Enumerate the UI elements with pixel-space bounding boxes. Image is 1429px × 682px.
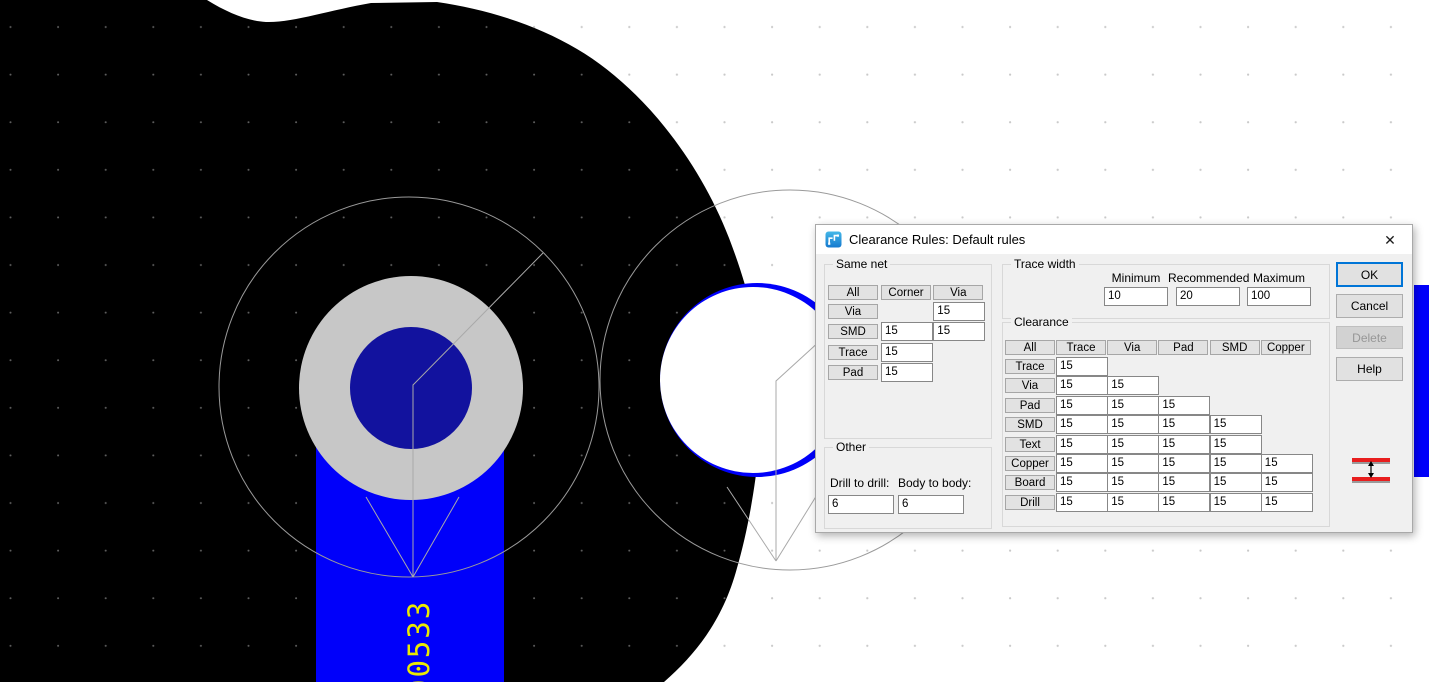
clearance-cell-board-smd[interactable]: 15 [1210,473,1262,492]
clearance-cell-text-pad[interactable]: 15 [1158,435,1210,454]
clearance-cell-copper-copper[interactable]: 15 [1261,454,1313,473]
clearance-row-drill-button[interactable]: Drill [1005,495,1055,510]
clearance-cell-smd-via[interactable]: 15 [1107,415,1159,434]
dialog-title: Clearance Rules: Default rules [849,232,1025,247]
clearance-cell-via-trace[interactable]: 15 [1056,376,1108,395]
clearance-cell-smd-trace[interactable]: 15 [1056,415,1108,434]
clearance-cell-text-via[interactable]: 15 [1107,435,1159,454]
clearance-cell-smd-pad[interactable]: 15 [1158,415,1210,434]
same-net-cell-via-via[interactable]: 15 [933,302,985,321]
clearance-cell-drill-trace[interactable]: 15 [1056,493,1108,512]
clearance-cell-via-via[interactable]: 15 [1107,376,1159,395]
clearance-row-board-button[interactable]: Board [1005,475,1055,490]
body-to-body-field[interactable]: 6 [898,495,964,514]
clearance-cell-copper-via[interactable]: 15 [1107,454,1159,473]
clearance-cell-drill-pad[interactable]: 15 [1158,493,1210,512]
clearance-header-copper-button[interactable]: Copper [1261,340,1311,355]
right-edge-trace[interactable] [1414,285,1429,477]
minimum-trace-width-field[interactable]: 10 [1104,287,1168,306]
drill-to-drill-label: Drill to drill: [830,476,889,490]
clearance-row-trace-button[interactable]: Trace [1005,359,1055,374]
clearance-cell-drill-copper[interactable]: 15 [1261,493,1313,512]
same-net-cell-pad-corner[interactable]: 15 [881,363,933,382]
body-to-body-label: Body to body: [898,476,971,490]
same-net-row-smd-button[interactable]: SMD [828,324,878,339]
clearance-row-text-button[interactable]: Text [1005,437,1055,452]
clearance-cell-text-smd[interactable]: 15 [1210,435,1262,454]
clearance-row-copper-button[interactable]: Copper [1005,456,1055,471]
clearance-row-via-button[interactable]: Via [1005,378,1055,393]
clearance-header-trace-button[interactable]: Trace [1056,340,1106,355]
trace-width-group-label: Trace width [1011,257,1079,271]
pad-ref-text[interactable]: 00533 [402,600,436,682]
same-net-group-label: Same net [833,257,890,271]
clearance-header-via-button[interactable]: Via [1107,340,1157,355]
clearance-cell-drill-smd[interactable]: 15 [1210,493,1262,512]
clearance-cell-text-trace[interactable]: 15 [1056,435,1108,454]
clearance-cell-copper-smd[interactable]: 15 [1210,454,1262,473]
clearance-group-label: Clearance [1011,315,1072,329]
clearance-cell-smd-smd[interactable]: 15 [1210,415,1262,434]
clearance-cell-board-via[interactable]: 15 [1107,473,1159,492]
ok-button[interactable]: OK [1336,262,1403,287]
clearance-header-smd-button[interactable]: SMD [1210,340,1260,355]
clearance-cell-trace-trace[interactable]: 15 [1056,357,1108,376]
same-net-header-all-button[interactable]: All [828,285,878,300]
same-net-cell-smd-corner[interactable]: 15 [881,322,933,341]
clearance-header-all-button[interactable]: All [1005,340,1055,355]
clearance-cell-board-pad[interactable]: 15 [1158,473,1210,492]
same-net-header-corner-button[interactable]: Corner [881,285,931,300]
help-button[interactable]: Help [1336,357,1403,381]
clearance-arrow-icon [1365,461,1377,478]
same-net-row-via-button[interactable]: Via [828,304,878,319]
dialog-titlebar[interactable]: Clearance Rules: Default rules ✕ [816,225,1412,254]
left-pad-drill[interactable] [350,327,472,449]
recommended-trace-width-field[interactable]: 20 [1176,287,1240,306]
maximum-trace-width-field[interactable]: 100 [1247,287,1311,306]
drill-to-drill-field[interactable]: 6 [828,495,894,514]
recommended-column-label: Recommended [1168,271,1248,285]
clearance-row-pad-button[interactable]: Pad [1005,398,1055,413]
clearance-cell-pad-trace[interactable]: 15 [1056,396,1108,415]
dialog-client-area: Same net Trace width Minimum Recommended… [816,254,1412,532]
clearance-rules-dialog: Clearance Rules: Default rules ✕ Same ne… [815,224,1413,533]
same-net-cell-smd-via[interactable]: 15 [933,322,985,341]
dialog-icon [825,231,842,248]
clearance-cell-drill-via[interactable]: 15 [1107,493,1159,512]
clearance-row-smd-button[interactable]: SMD [1005,417,1055,432]
clearance-header-pad-button[interactable]: Pad [1158,340,1208,355]
minimum-column-label: Minimum [1104,271,1168,285]
maximum-column-label: Maximum [1247,271,1311,285]
close-icon[interactable]: ✕ [1381,231,1399,249]
clearance-cell-board-trace[interactable]: 15 [1056,473,1108,492]
other-group-label: Other [833,440,869,454]
delete-button: Delete [1336,326,1403,349]
clearance-cell-copper-trace[interactable]: 15 [1056,454,1108,473]
clearance-cell-board-copper[interactable]: 15 [1261,473,1313,492]
clearance-cell-pad-via[interactable]: 15 [1107,396,1159,415]
same-net-row-pad-button[interactable]: Pad [828,365,878,380]
clearance-cell-copper-pad[interactable]: 15 [1158,454,1210,473]
same-net-cell-trace-corner[interactable]: 15 [881,343,933,362]
cancel-button[interactable]: Cancel [1336,294,1403,318]
clearance-cell-pad-pad[interactable]: 15 [1158,396,1210,415]
same-net-row-trace-button[interactable]: Trace [828,345,878,360]
same-net-header-via-button[interactable]: Via [933,285,983,300]
